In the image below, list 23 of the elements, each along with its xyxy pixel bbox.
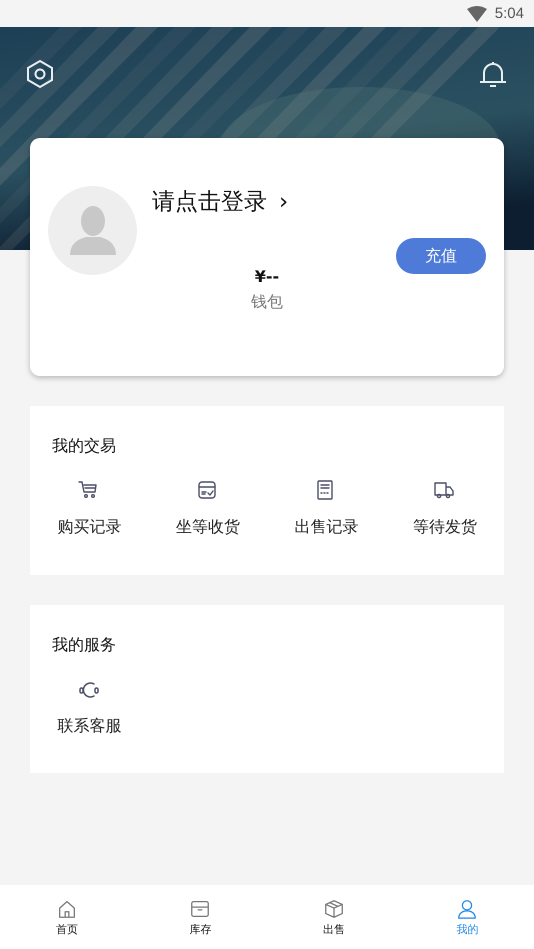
tab[interactable]: 我的 [400, 885, 534, 949]
package-icon [322, 898, 345, 920]
bell-icon[interactable] [478, 59, 508, 89]
menu-item[interactable]: 等待发货 [386, 479, 504, 538]
tab[interactable]: 库存 [134, 885, 267, 949]
person-icon [456, 898, 478, 920]
chevron-icon: › [279, 188, 288, 214]
tab[interactable]: 首页 [0, 885, 134, 949]
person-icon [70, 204, 116, 256]
status-time: 5:04 [494, 5, 524, 22]
menu-item[interactable]: 坐等收货 [148, 479, 267, 538]
menu-item[interactable]: 出售记录 [267, 479, 386, 538]
settings-icon[interactable] [25, 59, 55, 89]
section-title: 我的服务 [52, 635, 117, 656]
wifi-icon [466, 6, 487, 22]
login-link[interactable]: 请点击登录 [152, 186, 267, 217]
wallet-balance: ¥-- [254, 267, 280, 286]
tab[interactable]: 出售 [267, 885, 400, 949]
wallet-label: 钱包 [251, 292, 283, 313]
section-title: 我的交易 [52, 436, 117, 457]
recharge-button[interactable]: 充值 [396, 238, 486, 274]
menu-item[interactable]: 购买记录 [30, 479, 148, 538]
menu-item[interactable]: 联系客服 [30, 678, 148, 737]
